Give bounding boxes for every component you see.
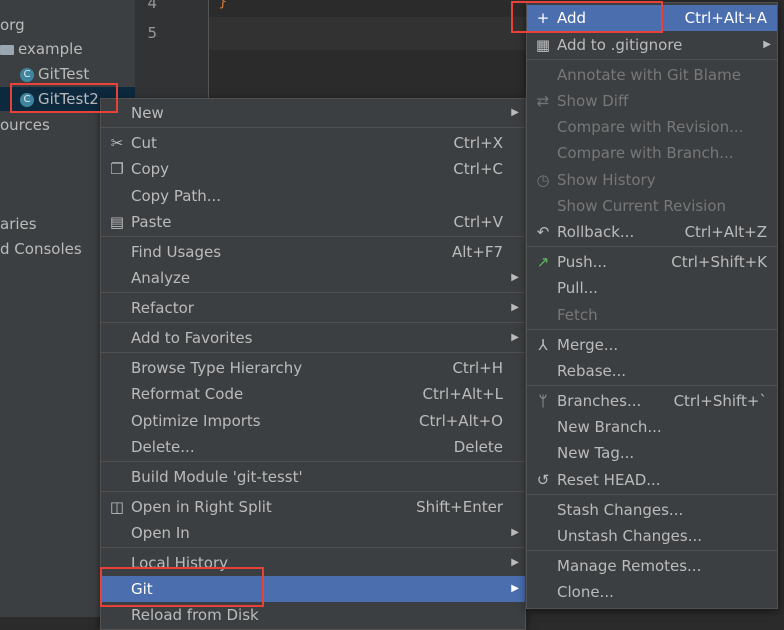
git-item-clone[interactable]: Clone... (527, 579, 777, 605)
git-item-fetch[interactable]: Fetch (527, 302, 777, 328)
git-item-annotate-blame[interactable]: Annotate with Git Blame (527, 62, 777, 88)
git-item-rebase[interactable]: Rebase... (527, 358, 777, 384)
menu-separator (101, 461, 525, 462)
menu-item-local-history[interactable]: Local History ▶ (101, 550, 525, 576)
clock-icon: ◷ (536, 171, 550, 189)
menu-separator (101, 127, 525, 128)
git-item-add[interactable]: + Add Ctrl+Alt+A (527, 5, 777, 31)
line-number: 5 (147, 24, 157, 42)
git-item-show-current-revision[interactable]: Show Current Revision (527, 193, 777, 219)
line-number: 4 (147, 0, 157, 12)
menu-item-optimize-imports[interactable]: Optimize Imports Ctrl+Alt+O (101, 408, 525, 434)
menu-item-open-in-right-split[interactable]: ◫ Open in Right Split Shift+Enter (101, 494, 525, 520)
menu-separator (101, 547, 525, 548)
menu-item-new[interactable]: New ▶ (101, 100, 525, 126)
menu-separator (101, 352, 525, 353)
menu-item-refactor[interactable]: Refactor ▶ (101, 295, 525, 321)
push-arrow-icon: ↗ (536, 253, 550, 271)
menu-separator (101, 491, 525, 492)
submenu-arrow-icon: ▶ (511, 583, 519, 594)
tree-item-libraries[interactable]: aries (0, 212, 37, 236)
java-class-icon: C (20, 67, 34, 82)
git-item-compare-revision[interactable]: Compare with Revision... (527, 114, 777, 140)
submenu-arrow-icon: ▶ (511, 302, 519, 313)
git-item-show-diff[interactable]: ⇄ Show Diff (527, 88, 777, 114)
context-menu: New ▶ ✂ Cut Ctrl+X ❐ Copy Ctrl+C Copy Path...… (100, 98, 526, 630)
tree-item-sources[interactable]: ources (0, 113, 50, 137)
tree-item-org[interactable]: org (0, 13, 25, 37)
branch-icon: ᛘ (538, 392, 548, 410)
git-item-stash[interactable]: Stash Changes... (527, 497, 777, 523)
java-class-icon: C (20, 92, 34, 107)
submenu-arrow-icon: ▶ (511, 527, 519, 538)
menu-item-open-in[interactable]: Open In ▶ (101, 520, 525, 546)
undo-icon: ↶ (536, 223, 550, 241)
current-line-highlight (209, 17, 539, 50)
git-item-push[interactable]: ↗ Push... Ctrl+Shift+K (527, 249, 777, 275)
menu-item-copy-path[interactable]: Copy Path... (101, 183, 525, 209)
git-item-merge[interactable]: ⅄ Merge... (527, 332, 777, 358)
reset-icon: ↺ (536, 471, 550, 489)
git-item-reset-head[interactable]: ↺ Reset HEAD... (527, 467, 777, 493)
git-item-compare-branch[interactable]: Compare with Branch... (527, 140, 777, 166)
folder-icon (0, 44, 14, 55)
submenu-arrow-icon: ▶ (763, 39, 771, 50)
gitignore-icon: ▦ (535, 36, 551, 54)
diff-icon: ⇄ (536, 92, 550, 110)
git-item-rollback[interactable]: ↶ Rollback... Ctrl+Alt+Z (527, 219, 777, 245)
menu-separator (527, 329, 777, 330)
git-item-new-branch[interactable]: New Branch... (527, 414, 777, 440)
menu-item-browse-type-hierarchy[interactable]: Browse Type Hierarchy Ctrl+H (101, 355, 525, 381)
menu-separator (101, 236, 525, 237)
git-item-unstash[interactable]: Unstash Changes... (527, 523, 777, 549)
menu-separator (527, 494, 777, 495)
git-item-pull[interactable]: Pull... (527, 275, 777, 301)
menu-separator (101, 292, 525, 293)
menu-separator (527, 550, 777, 551)
git-item-manage-remotes[interactable]: Manage Remotes... (527, 553, 777, 579)
paste-icon: ▤ (109, 213, 125, 231)
git-item-new-tag[interactable]: New Tag... (527, 440, 777, 466)
menu-item-reformat-code[interactable]: Reformat Code Ctrl+Alt+L (101, 381, 525, 407)
tree-item-example[interactable]: example (0, 37, 83, 61)
submenu-arrow-icon: ▶ (511, 332, 519, 343)
menu-separator (527, 59, 777, 60)
code-text: } (218, 0, 228, 10)
submenu-arrow-icon: ▶ (511, 557, 519, 568)
git-submenu: + Add Ctrl+Alt+A ▦ Add to .gitignore ▶ Annot… (526, 2, 778, 609)
tree-item-gittest[interactable]: C GitTest (20, 62, 89, 86)
menu-item-reload-from-disk[interactable]: Reload from Disk (101, 602, 525, 628)
submenu-arrow-icon: ▶ (511, 272, 519, 283)
menu-item-copy[interactable]: ❐ Copy Ctrl+C (101, 156, 525, 182)
menu-item-cut[interactable]: ✂ Cut Ctrl+X (101, 130, 525, 156)
menu-item-git[interactable]: Git ▶ (101, 576, 525, 602)
plus-icon: + (536, 9, 550, 27)
copy-icon: ❐ (110, 160, 124, 178)
merge-icon: ⅄ (538, 336, 548, 354)
menu-item-delete[interactable]: Delete... Delete (101, 434, 525, 460)
menu-separator (527, 246, 777, 247)
menu-item-build-module[interactable]: Build Module 'git-tesst' (101, 464, 525, 490)
git-item-show-history[interactable]: ◷ Show History (527, 167, 777, 193)
split-icon: ◫ (109, 498, 125, 516)
git-item-add-to-gitignore[interactable]: ▦ Add to .gitignore ▶ (527, 32, 777, 58)
menu-item-paste[interactable]: ▤ Paste Ctrl+V (101, 209, 525, 235)
tree-item-consoles[interactable]: d Consoles (0, 237, 82, 261)
menu-separator (527, 385, 777, 386)
menu-item-analyze[interactable]: Analyze ▶ (101, 265, 525, 291)
menu-separator (101, 322, 525, 323)
git-item-branches[interactable]: ᛘ Branches... Ctrl+Shift+` (527, 388, 777, 414)
submenu-arrow-icon: ▶ (511, 107, 519, 118)
scissors-icon: ✂ (110, 134, 124, 152)
menu-item-add-to-favorites[interactable]: Add to Favorites ▶ (101, 325, 525, 351)
menu-item-find-usages[interactable]: Find Usages Alt+F7 (101, 239, 525, 265)
